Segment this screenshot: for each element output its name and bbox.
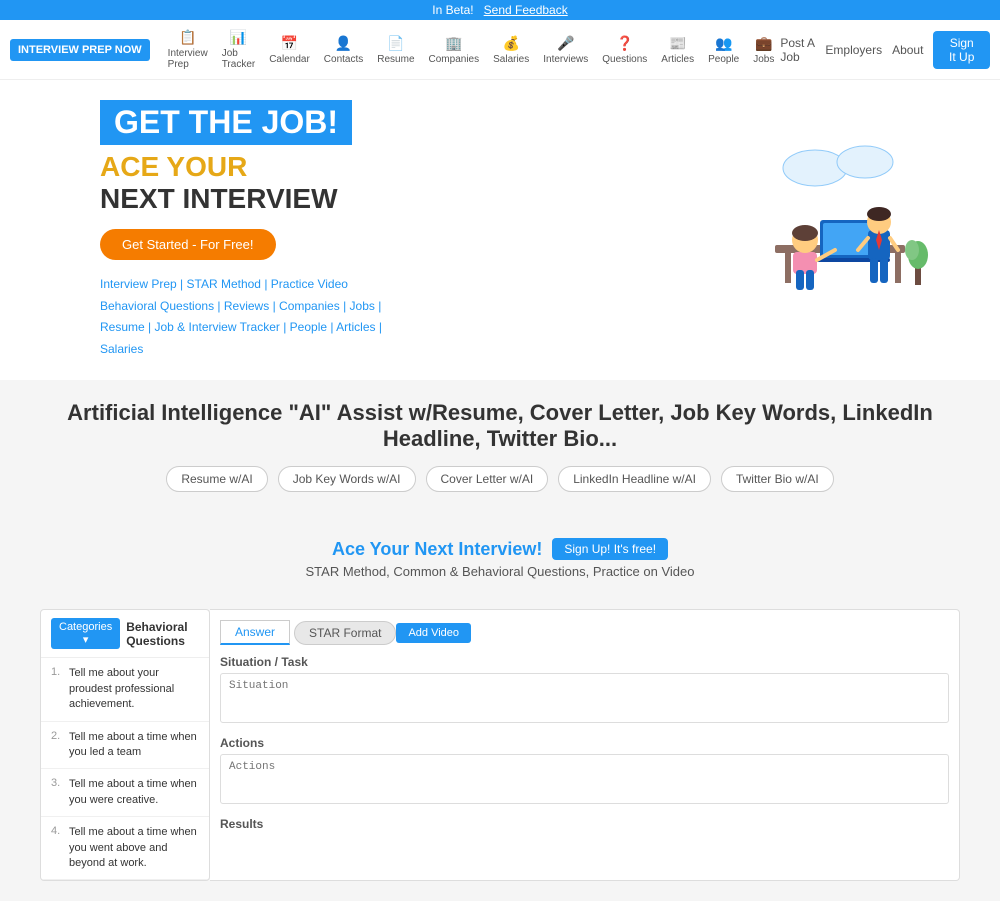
- nav-item-contacts[interactable]: 👤Contacts: [318, 32, 369, 68]
- nav-left: INTERVIEW PREP NOW 📋Interview Prep📊Job T…: [10, 26, 780, 73]
- hero-headline: GET THE JOB!: [100, 100, 352, 145]
- hero-link-line4: Salaries: [100, 339, 720, 361]
- nav-link-about[interactable]: About: [892, 43, 923, 57]
- tab-star-format[interactable]: STAR Format: [294, 621, 396, 645]
- nav-right: Post A Job Employers About Sign It Up: [780, 31, 990, 69]
- content-area: Categories ▾ Behavioral Questions 1.Tell…: [0, 609, 1000, 901]
- questions-panel: Categories ▾ Behavioral Questions 1.Tell…: [40, 609, 210, 881]
- beta-bar: In Beta! Send Feedback: [0, 0, 1000, 20]
- hero-left: GET THE JOB! ACE YOUR NEXT INTERVIEW Get…: [100, 100, 720, 360]
- interview-section: Ace Your Next Interview! Sign Up! It's f…: [0, 522, 1000, 609]
- hero-links: Interview Prep | STAR Method | Practice …: [100, 274, 720, 360]
- interview-title: Ace Your Next Interview!: [332, 539, 542, 560]
- signup-button[interactable]: Sign It Up: [933, 31, 990, 69]
- nav-item-job-tracker[interactable]: 📊Job Tracker: [216, 26, 262, 73]
- question-item[interactable]: 2.Tell me about a time when you led a te…: [41, 722, 209, 770]
- ai-section: Artificial Intelligence "AI" Assist w/Re…: [0, 380, 1000, 522]
- nav-link-employers[interactable]: Employers: [825, 43, 882, 57]
- nav-items: 📋Interview Prep📊Job Tracker📅Calendar👤Con…: [162, 26, 781, 73]
- nav-item-resume[interactable]: 📄Resume: [371, 32, 420, 68]
- nav-item-questions[interactable]: ❓Questions: [596, 32, 653, 68]
- question-item[interactable]: 4.Tell me about a time when you went abo…: [41, 817, 209, 880]
- questions-panel-title: Behavioral Questions: [126, 620, 199, 648]
- hero-link-line1: Interview Prep | STAR Method | Practice …: [100, 274, 720, 296]
- ai-tab-resume-w/ai[interactable]: Resume w/AI: [166, 466, 267, 492]
- nav-item-calendar[interactable]: 📅Calendar: [263, 32, 316, 68]
- nav-link-post-a-job[interactable]: Post A Job: [780, 36, 815, 64]
- answer-tabs: Answer STAR Format Add Video: [220, 620, 949, 645]
- field-label-actions: Actions: [220, 736, 949, 750]
- nav-item-interview-prep[interactable]: 📋Interview Prep: [162, 26, 214, 73]
- ai-tab-job-key-words-w/ai[interactable]: Job Key Words w/AI: [278, 466, 416, 492]
- nav-item-articles[interactable]: 📰Articles: [655, 32, 700, 68]
- ai-tab-twitter-bio-w/ai[interactable]: Twitter Bio w/AI: [721, 466, 834, 492]
- hero-illustration: [720, 140, 940, 320]
- beta-text: In Beta!: [432, 3, 473, 17]
- ai-title: Artificial Intelligence "AI" Assist w/Re…: [40, 400, 960, 452]
- nav-item-interviews[interactable]: 🎤Interviews: [537, 32, 594, 68]
- actions-textarea[interactable]: [220, 754, 949, 804]
- feedback-link[interactable]: Send Feedback: [484, 3, 568, 17]
- nav-item-jobs[interactable]: 💼Jobs: [747, 32, 780, 68]
- interview-subtitle: STAR Method, Common & Behavioral Questio…: [40, 564, 960, 579]
- answer-panel: Answer STAR Format Add Video Situation /…: [210, 609, 960, 881]
- hero-link-line2: Behavioral Questions | Reviews | Compani…: [100, 296, 720, 318]
- nav-item-people[interactable]: 👥People: [702, 32, 745, 68]
- signup-free-button[interactable]: Sign Up! It's free!: [552, 538, 668, 560]
- categories-button[interactable]: Categories ▾: [51, 618, 120, 649]
- interview-title-row: Ace Your Next Interview! Sign Up! It's f…: [40, 538, 960, 560]
- situation-textarea[interactable]: [220, 673, 949, 723]
- nav-logo[interactable]: INTERVIEW PREP NOW: [10, 39, 150, 61]
- ai-tabs: Resume w/AI Job Key Words w/AI Cover Lette…: [40, 466, 960, 492]
- tab-answer[interactable]: Answer: [220, 620, 290, 645]
- questions-header: Categories ▾ Behavioral Questions: [41, 610, 209, 658]
- field-label-situation: Situation / Task: [220, 655, 949, 669]
- ai-tab-linkedin-headline-w/ai[interactable]: LinkedIn Headline w/AI: [558, 466, 711, 492]
- get-started-button[interactable]: Get Started - For Free!: [100, 229, 276, 260]
- question-item[interactable]: 1.Tell me about your proudest profession…: [41, 658, 209, 721]
- main-nav: INTERVIEW PREP NOW 📋Interview Prep📊Job T…: [0, 20, 1000, 80]
- questions-list: 1.Tell me about your proudest profession…: [41, 658, 209, 880]
- hero-sub2: NEXT INTERVIEW: [100, 183, 720, 215]
- question-item[interactable]: 3.Tell me about a time when you were cre…: [41, 769, 209, 817]
- ai-tab-cover-letter-w/ai[interactable]: Cover Letter w/AI: [426, 466, 549, 492]
- nav-item-salaries[interactable]: 💰Salaries: [487, 32, 535, 68]
- field-label-results: Results: [220, 817, 949, 831]
- hero-sub1: ACE YOUR: [100, 151, 720, 183]
- add-video-button[interactable]: Add Video: [396, 623, 471, 643]
- hero-section: GET THE JOB! ACE YOUR NEXT INTERVIEW Get…: [0, 80, 1000, 380]
- hero-link-line3: Resume | Job & Interview Tracker | Peopl…: [100, 317, 720, 339]
- nav-item-companies[interactable]: 🏢Companies: [423, 32, 486, 68]
- illustration-svg: [720, 140, 940, 320]
